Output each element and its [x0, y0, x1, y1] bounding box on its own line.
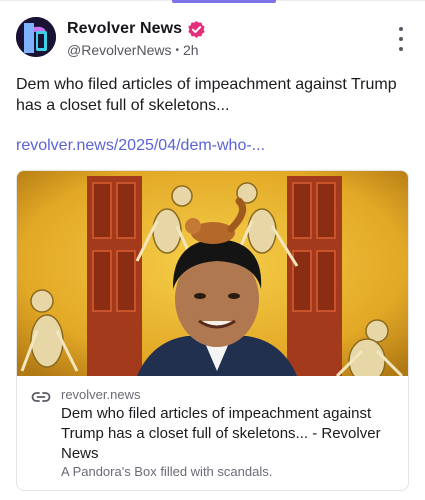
- author-block: Revolver News @RevolverNews • 2h: [67, 19, 206, 59]
- author-name[interactable]: Revolver News: [67, 20, 182, 38]
- separator-dot: •: [175, 44, 179, 56]
- vertical-ellipsis-icon: [399, 27, 403, 31]
- post-text: Dem who filed articles of impeachment ag…: [16, 76, 397, 114]
- ellipsis-dot: [399, 37, 403, 41]
- card-description: A Pandora's Box filled with scandals.: [61, 464, 273, 479]
- link-chain-icon: [31, 392, 51, 402]
- author-handle[interactable]: @RevolverNews: [67, 42, 171, 58]
- more-options-button[interactable]: [395, 27, 407, 51]
- name-row: Revolver News: [67, 19, 206, 39]
- active-tab-indicator: [172, 0, 276, 3]
- card-title[interactable]: Dem who filed articles of impeachment ag…: [61, 404, 401, 464]
- card-image[interactable]: [17, 171, 408, 376]
- post-header: Revolver News @RevolverNews • 2h: [16, 17, 413, 61]
- handle-row: @RevolverNews • 2h: [67, 41, 206, 59]
- revolver-logo-icon: [16, 17, 56, 57]
- card-domain: revolver.news: [61, 387, 141, 402]
- post-timestamp[interactable]: 2h: [183, 42, 199, 58]
- ellipsis-dot: [399, 47, 403, 51]
- verified-check-icon: [188, 20, 205, 38]
- link-preview-card[interactable]: revolver.news Dem who filed articles of …: [16, 170, 409, 491]
- avatar[interactable]: [16, 17, 56, 57]
- post-link[interactable]: revolver.news/2025/04/dem-who-...: [16, 136, 265, 156]
